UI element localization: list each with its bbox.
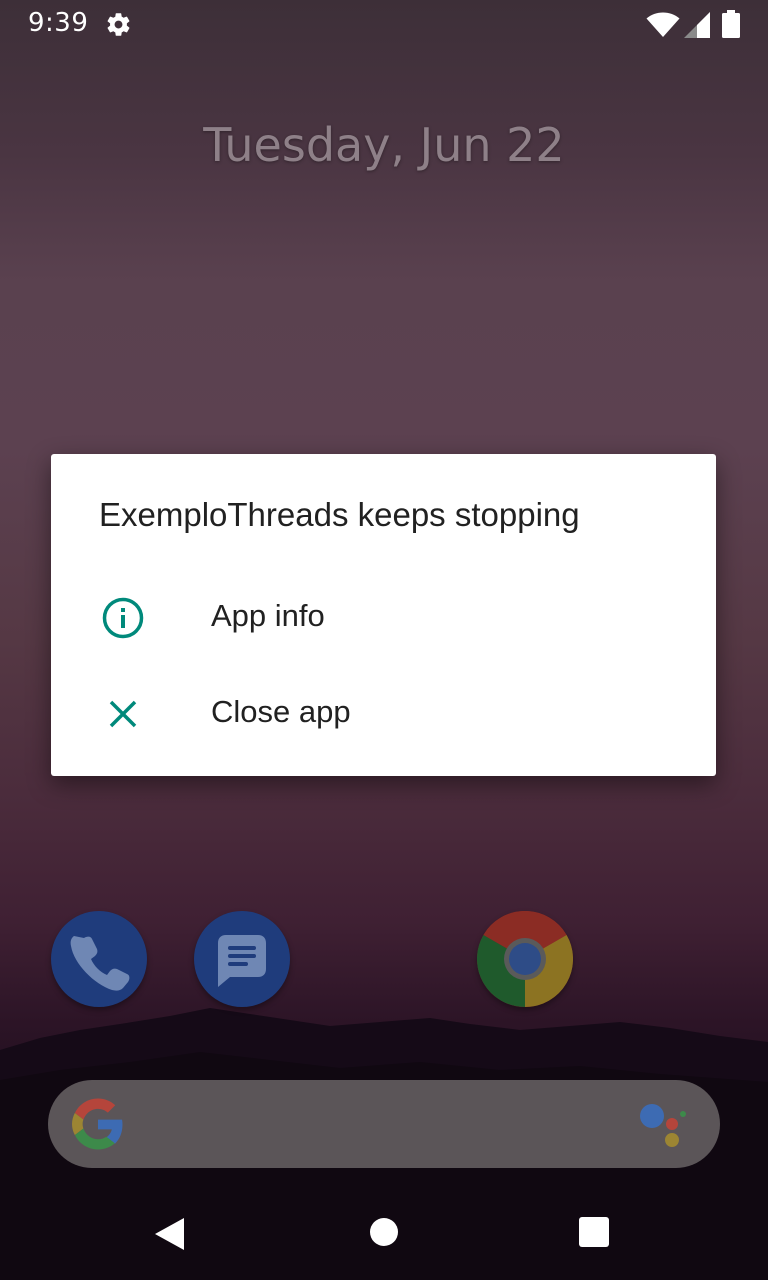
- info-icon: [102, 597, 144, 639]
- app-info-label: App info: [211, 598, 325, 633]
- recents-icon[interactable]: [578, 1216, 610, 1248]
- app-crash-dialog: ExemploThreads keeps stopping App info C…: [51, 454, 716, 776]
- home-date[interactable]: Tuesday, Jun 22: [0, 118, 768, 172]
- android-home-screen: 9:39 Tuesday, Jun 22 ExemploThreads keep…: [0, 0, 768, 1280]
- gear-icon: [107, 13, 130, 36]
- close-app-label: Close app: [211, 694, 351, 729]
- navigation-bar: [0, 1184, 768, 1280]
- google-search-bar[interactable]: [48, 1080, 720, 1168]
- back-icon[interactable]: [152, 1216, 188, 1252]
- chrome-app-icon[interactable]: [477, 911, 573, 1007]
- phone-app-icon[interactable]: [51, 911, 147, 1007]
- wifi-icon: [646, 12, 680, 37]
- status-time: 9:39: [28, 8, 89, 38]
- phone-icon: [70, 936, 130, 991]
- signal-icon: [684, 12, 710, 38]
- messages-icon: [218, 935, 266, 987]
- close-icon: [109, 700, 137, 728]
- chrome-icon: [477, 911, 573, 1007]
- dialog-title: ExemploThreads keeps stopping: [99, 496, 580, 533]
- close-app-button[interactable]: Close app: [51, 666, 716, 762]
- home-icon[interactable]: [368, 1216, 400, 1248]
- status-bar: 9:39: [0, 0, 768, 48]
- assistant-icon[interactable]: [638, 1102, 690, 1150]
- battery-icon: [722, 10, 740, 38]
- messages-app-icon[interactable]: [194, 911, 290, 1007]
- google-g-icon: [72, 1098, 123, 1150]
- app-info-button[interactable]: App info: [51, 570, 716, 666]
